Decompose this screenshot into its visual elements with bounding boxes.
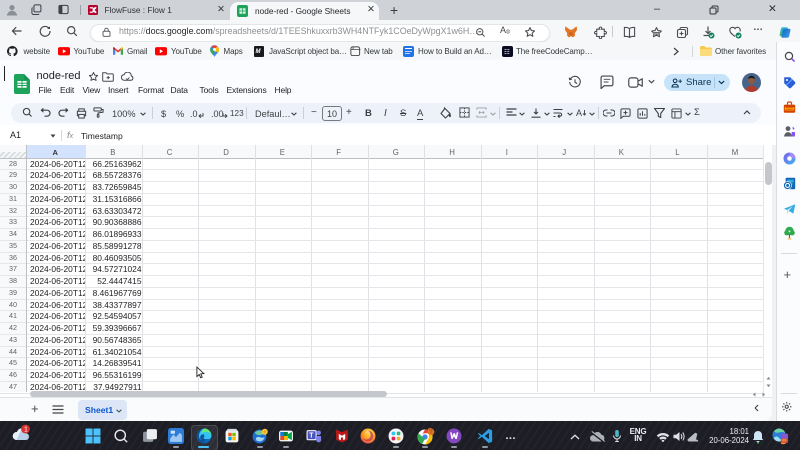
svg-text:A: A: [576, 108, 582, 118]
svg-text:T: T: [309, 433, 314, 440]
svg-text:1: 1: [24, 427, 28, 434]
